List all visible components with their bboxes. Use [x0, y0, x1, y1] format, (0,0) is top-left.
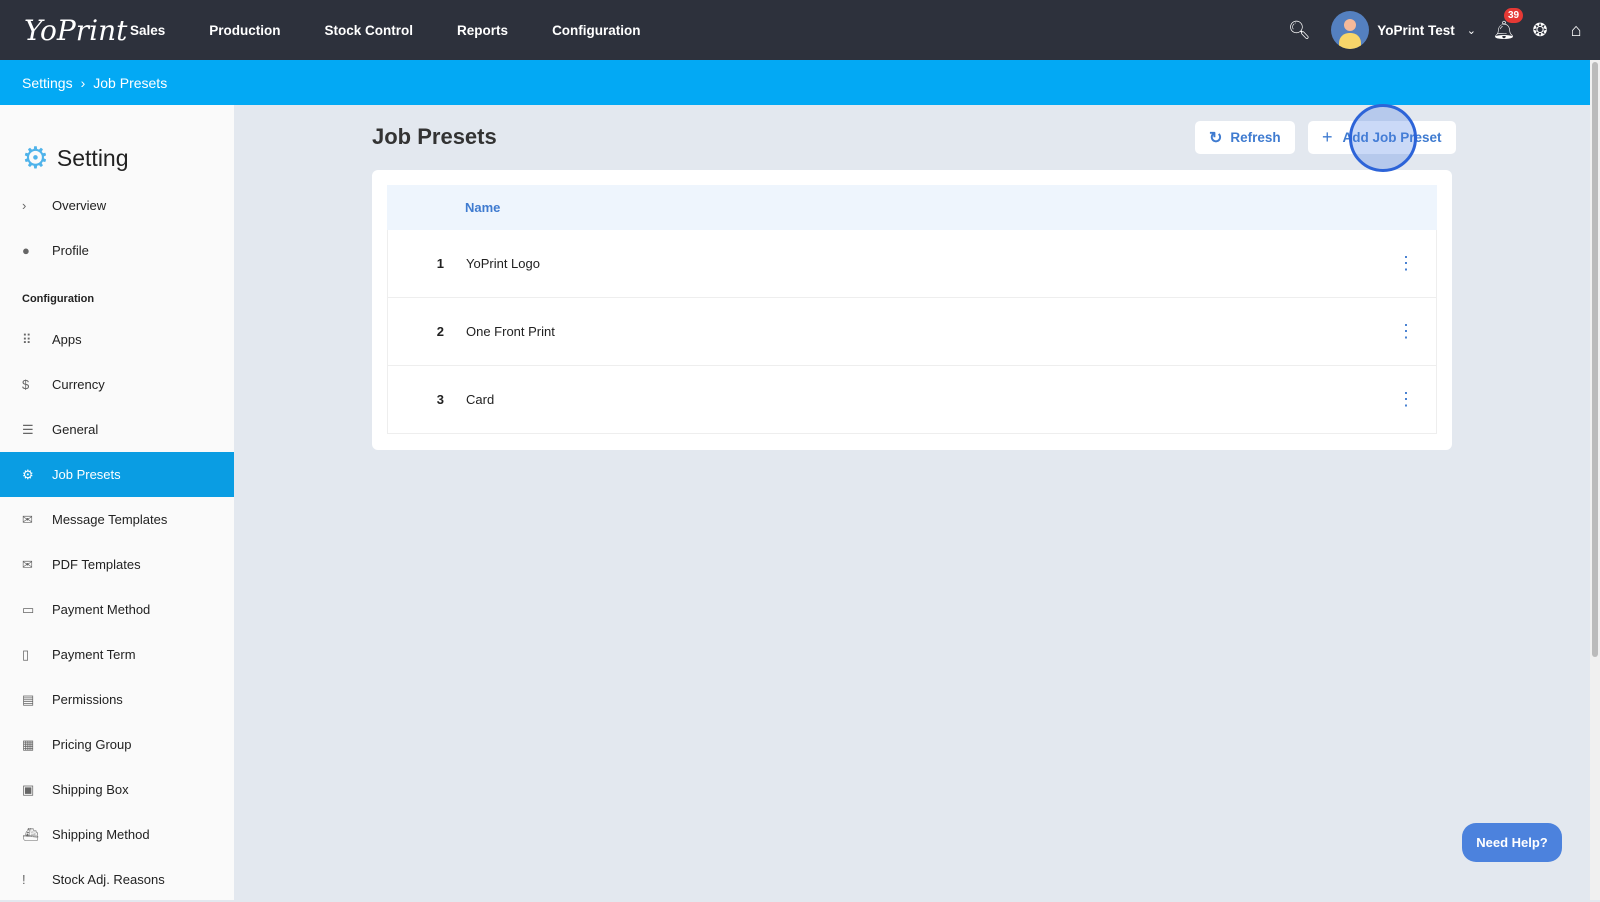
aperture-icon[interactable]: ❂ [1522, 20, 1558, 41]
table-row[interactable]: 1 YoPrint Logo ⋮ [387, 230, 1437, 298]
sidebar-item-label: Currency [52, 377, 105, 392]
nav-sales[interactable]: Sales [130, 23, 165, 38]
nav-reports[interactable]: Reports [457, 23, 508, 38]
row-number: 1 [436, 256, 444, 271]
main-nav: Sales Production Stock Control Reports C… [130, 23, 685, 38]
table-row[interactable]: 2 One Front Print ⋮ [387, 298, 1437, 366]
refresh-icon: ↻ [1209, 129, 1223, 147]
more-vert-icon[interactable]: ⋮ [1376, 389, 1436, 410]
scrollbar-thumb[interactable] [1592, 62, 1598, 657]
sidebar-item-payment-term[interactable]: ▯ Payment Term [0, 632, 234, 677]
table-header: Name [387, 185, 1437, 230]
sidebar-item-label: Overview [52, 198, 107, 213]
sidebar-item-label: Payment Method [52, 602, 151, 617]
sidebar-item-pdf-templates[interactable]: ✉ PDF Templates [0, 542, 234, 587]
sidebar-item-label: Shipping Box [52, 782, 129, 797]
home-icon[interactable]: ⌂ [1558, 20, 1594, 41]
search-icon[interactable]: 🔍︎ [1281, 20, 1317, 41]
sidebar-icon: ✉ [22, 556, 33, 572]
sidebar-item-label: Message Templates [52, 512, 168, 527]
sidebar-icon: ▭ [22, 601, 35, 617]
sidebar-title: Setting [56, 144, 129, 171]
chevron-right-icon: › [80, 74, 86, 91]
sidebar-item-currency[interactable]: $ Currency [0, 362, 234, 407]
page-title: Job Presets [372, 124, 497, 149]
row-name[interactable]: YoPrint Logo [466, 256, 1376, 271]
refresh-label: Refresh [1230, 130, 1281, 145]
sidebar-icon: ▦ [22, 736, 35, 752]
notification-badge: 39 [1504, 7, 1524, 23]
sidebar-icon: $ [22, 377, 30, 392]
row-name[interactable]: One Front Print [466, 324, 1376, 339]
sidebar-icon: ▤ [22, 691, 35, 707]
column-name[interactable]: Name [465, 200, 500, 215]
gears-icon: ⚙ [22, 141, 49, 175]
sidebar-item-label: Profile [52, 243, 89, 258]
sidebar-item-label: Job Presets [52, 467, 121, 482]
sidebar-item-label: Shipping Method [52, 827, 150, 842]
more-vert-icon[interactable]: ⋮ [1376, 321, 1436, 342]
sidebar-icon: ⠿ [22, 331, 32, 347]
plus-icon: + [1322, 127, 1333, 147]
sidebar-icon: ! [22, 872, 26, 887]
avatar [1331, 11, 1370, 49]
nav-configuration[interactable]: Configuration [552, 23, 640, 38]
top-navbar: YoPrint Sales Production Stock Control R… [0, 0, 1600, 60]
row-number: 2 [436, 324, 444, 339]
sidebar-item-label: Payment Term [52, 647, 136, 662]
yoprint-logo[interactable]: YoPrint [24, 14, 127, 47]
chevron-down-icon: ⌄ [1466, 24, 1476, 37]
sidebar-item-payment-method[interactable]: ▭ Payment Method [0, 587, 234, 632]
sidebar-item-profile[interactable]: ● Profile [0, 228, 234, 273]
scrollbar[interactable] [1590, 60, 1600, 900]
breadcrumb: Settings › Job Presets [0, 60, 1590, 105]
sidebar-item-label: Pricing Group [52, 737, 132, 752]
nav-stock-control[interactable]: Stock Control [325, 23, 414, 38]
row-name[interactable]: Card [466, 392, 1376, 407]
breadcrumb-settings[interactable]: Settings [22, 75, 73, 91]
bell-icon[interactable]: 🔔︎ 39 [1486, 7, 1524, 41]
sidebar-item-message-templates[interactable]: ✉ Message Templates [0, 497, 234, 542]
sidebar-item-permissions[interactable]: ▤ Permissions [0, 677, 234, 722]
sidebar-item-apps[interactable]: ⠿ Apps [0, 317, 234, 362]
nav-production[interactable]: Production [209, 23, 280, 38]
sidebar-item-shipping-method[interactable]: ⛴ Shipping Method [0, 812, 234, 857]
row-number: 3 [436, 392, 444, 407]
sidebar-icon: ⛴ [22, 826, 39, 842]
sidebar-item-label: General [52, 422, 99, 437]
sidebar-item-shipping-box[interactable]: ▣ Shipping Box [0, 767, 234, 812]
sidebar-icon: ▯ [22, 646, 30, 662]
sidebar-item-stock-adj-reasons[interactable]: ! Stock Adj. Reasons [0, 857, 234, 902]
sidebar-icon: ⚙ [22, 466, 34, 482]
section-configuration: Configuration [22, 293, 95, 305]
sidebar-item-pricing-group[interactable]: ▦ Pricing Group [0, 722, 234, 767]
sidebar-icon: ● [22, 243, 30, 258]
sidebar-item-job-presets[interactable]: ⚙ Job Presets [0, 452, 234, 497]
breadcrumb-job-presets: Job Presets [93, 74, 168, 91]
table-row[interactable]: 3 Card ⋮ [387, 366, 1437, 434]
sidebar-item-label: Stock Adj. Reasons [52, 872, 165, 887]
more-vert-icon[interactable]: ⋮ [1376, 253, 1436, 274]
job-presets-table: Name 1 YoPrint Logo ⋮ 2 One Front Print ⋮ 3 Car… [372, 170, 1452, 450]
user-menu[interactable]: YoPrint Test ⌄ [1331, 11, 1476, 49]
sidebar-item-label: PDF Templates [52, 557, 141, 572]
sidebar-item-label: Permissions [52, 692, 123, 707]
click-indicator [1349, 104, 1417, 172]
sidebar-icon: ▣ [22, 781, 35, 797]
sidebar-item-overview[interactable]: › Overview [0, 183, 234, 228]
sidebar-icon: ☰ [22, 421, 34, 437]
sidebar-item-label: Apps [52, 332, 82, 347]
user-name: YoPrint Test [1377, 22, 1455, 38]
sidebar-icon: › [22, 198, 27, 213]
refresh-button[interactable]: ↻ Refresh [1195, 121, 1295, 154]
settings-sidebar: ⚙ Setting › Overview ● Profile Configuration… [0, 105, 234, 900]
need-help-button[interactable]: Need Help? [1462, 823, 1562, 862]
sidebar-item-general[interactable]: ☰ General [0, 407, 234, 452]
sidebar-icon: ✉ [22, 511, 33, 527]
